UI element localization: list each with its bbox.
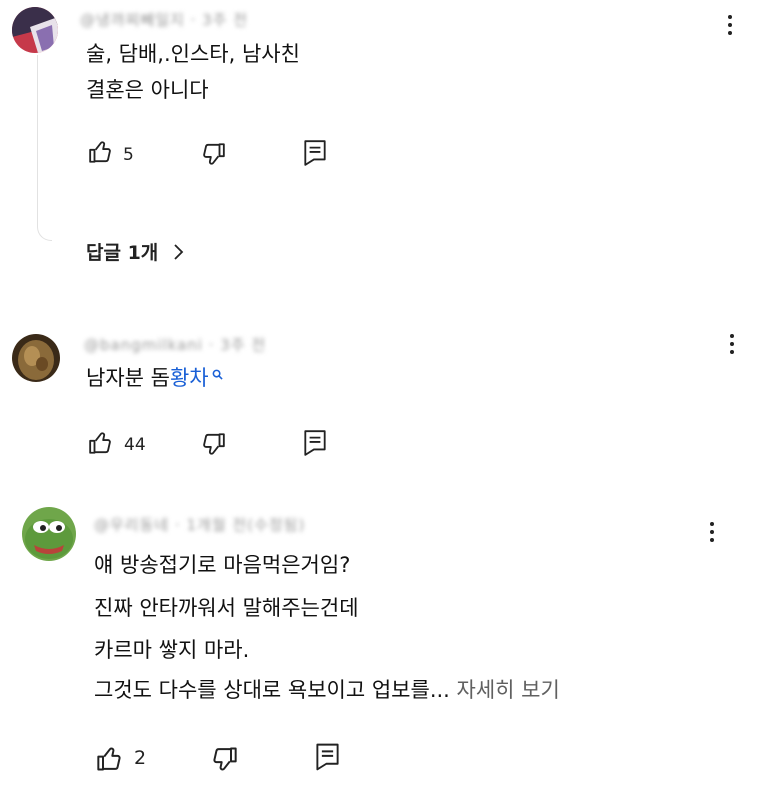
thumbs-up-icon: [89, 432, 111, 454]
thumbs-up-icon: [97, 747, 121, 771]
avatar[interactable]: [22, 507, 76, 561]
kebab-menu-icon[interactable]: [718, 15, 742, 45]
read-more-link[interactable]: 자세히 보기: [457, 678, 560, 702]
comment-text: 그것도 다수를 상대로 욕보이고 업보를...: [94, 678, 450, 702]
replies-label: 답글 1개: [86, 242, 159, 264]
kebab-menu-icon[interactable]: [700, 522, 724, 552]
dislike-button[interactable]: [200, 141, 226, 167]
avatar[interactable]: [12, 7, 58, 53]
search-icon: [212, 369, 223, 380]
dislike-button[interactable]: [200, 431, 226, 457]
replies-toggle[interactable]: 답글 1개: [86, 238, 184, 265]
comment-text-line: 술, 담배,.인스타, 남사친: [86, 42, 300, 66]
reply-button[interactable]: [314, 742, 341, 772]
thumbs-down-icon: [213, 747, 237, 771]
thumbs-down-icon: [203, 433, 225, 455]
comment-author[interactable]: @냉꺄찌빼일지 · 3주 전: [80, 9, 248, 29]
comment-text-line: 결혼은 아니다: [86, 78, 209, 102]
comment-author[interactable]: @우리동네 · 1개월 전(수정됨): [94, 514, 305, 534]
comment-text-line: 얘 방송접기로 마음먹은거임?: [94, 553, 351, 577]
comment-text-line: 남자분 돔황차: [86, 368, 223, 389]
kebab-menu-icon[interactable]: [720, 334, 744, 364]
like-count: 2: [134, 747, 147, 769]
like-count: 5: [123, 145, 134, 165]
reply-icon: [316, 743, 339, 771]
like-button[interactable]: [88, 139, 114, 165]
search-link[interactable]: 황차: [170, 366, 209, 390]
thumbs-down-icon: [203, 143, 225, 165]
reply-button[interactable]: [302, 139, 328, 167]
avatar[interactable]: [12, 334, 60, 382]
comment-text-line: 그것도 다수를 상대로 욕보이고 업보를... 자세히 보기: [94, 680, 560, 701]
comment-text-line: 진짜 안타까워서 말해주는건데: [94, 596, 359, 620]
comment-text: 남자분 돔: [86, 366, 170, 390]
reply-icon: [304, 140, 326, 166]
comment-author[interactable]: @bangmilkani · 3주 전: [84, 334, 266, 354]
reply-icon: [304, 430, 326, 456]
like-button[interactable]: [88, 430, 114, 456]
comment-text-line: 카르마 쌓지 마라.: [94, 638, 250, 662]
thumbs-up-icon: [89, 141, 111, 163]
comment-1: @냉꺄찌빼일지 · 3주 전 술, 담배,.인스타, 남사친 결혼은 아니다 5…: [0, 0, 766, 270]
thread-line: [37, 55, 52, 241]
like-count: 44: [124, 435, 146, 455]
like-button[interactable]: [96, 745, 124, 773]
chevron-right-icon: [174, 243, 184, 260]
reply-button[interactable]: [302, 429, 328, 457]
dislike-button[interactable]: [210, 745, 238, 773]
